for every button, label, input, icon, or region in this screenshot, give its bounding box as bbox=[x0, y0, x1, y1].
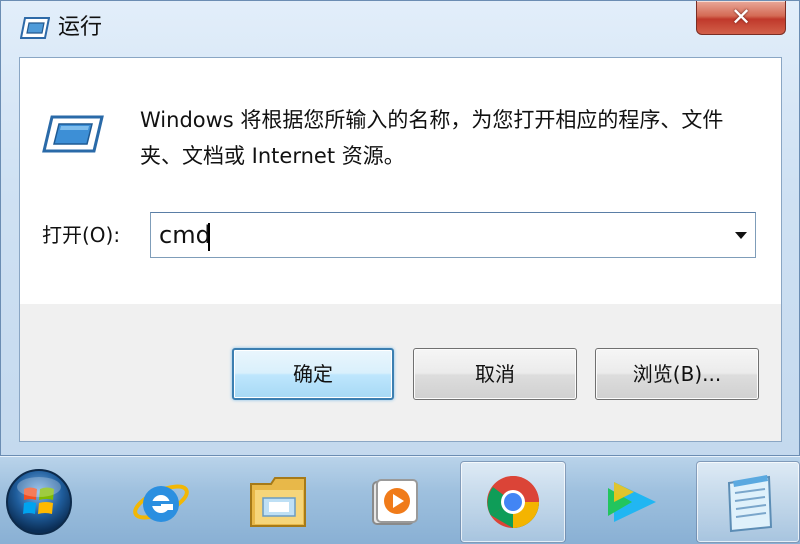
ok-button[interactable]: 确定 bbox=[232, 348, 394, 400]
video-player-icon bbox=[608, 482, 656, 522]
close-icon: ✕ bbox=[730, 3, 752, 31]
dialog-content-panel: Windows 将根据您所输入的名称，为您打开相应的程序、文件夹、文档或 Int… bbox=[20, 58, 781, 304]
internet-explorer-icon bbox=[133, 484, 189, 522]
close-button[interactable]: ✕ bbox=[696, 1, 786, 35]
text-caret bbox=[208, 223, 210, 251]
start-orb-icon bbox=[6, 469, 72, 535]
dialog-body: Windows 将根据您所输入的名称，为您打开相应的程序、文件夹、文档或 Int… bbox=[19, 57, 782, 442]
open-label: 打开(O): bbox=[42, 223, 121, 247]
taskbar-media-player[interactable] bbox=[342, 461, 448, 543]
dropdown-arrow-icon[interactable] bbox=[735, 232, 747, 239]
cancel-button[interactable]: 取消 bbox=[413, 348, 577, 400]
notepad-icon bbox=[727, 475, 773, 533]
taskbar-chrome[interactable] bbox=[460, 461, 566, 543]
media-player-icon bbox=[372, 479, 418, 525]
taskbar-video-player[interactable] bbox=[580, 461, 686, 543]
taskbar-file-explorer[interactable] bbox=[226, 461, 332, 543]
command-combobox[interactable]: cmd bbox=[150, 212, 756, 258]
start-button[interactable] bbox=[0, 461, 78, 543]
run-app-icon bbox=[20, 17, 50, 39]
taskbar bbox=[0, 456, 800, 544]
taskbar-notepad[interactable] bbox=[696, 461, 800, 543]
run-dialog-window: 运行 ✕ Windows 将根据您所输入的名称，为您打开相应的程序、文件夹、文档… bbox=[0, 0, 800, 456]
window-title: 运行 bbox=[58, 15, 103, 40]
chrome-icon bbox=[487, 476, 539, 528]
taskbar-internet-explorer[interactable] bbox=[108, 461, 214, 543]
browse-button[interactable]: 浏览(B)... bbox=[595, 348, 759, 400]
run-icon bbox=[42, 115, 104, 153]
file-explorer-icon bbox=[250, 477, 306, 527]
command-input[interactable]: cmd bbox=[159, 219, 211, 251]
instruction-text: Windows 将根据您所输入的名称，为您打开相应的程序、文件夹、文档或 Int… bbox=[140, 108, 724, 168]
